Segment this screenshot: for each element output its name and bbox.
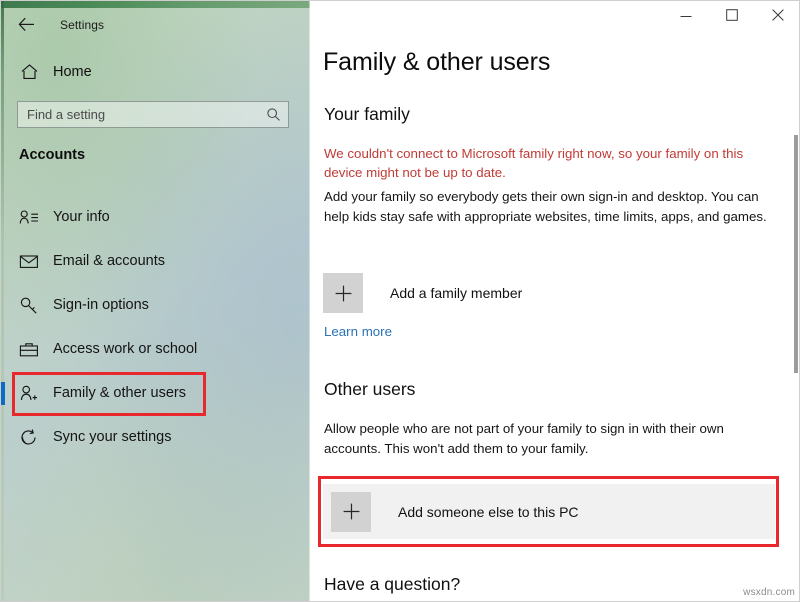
close-icon: [772, 8, 784, 26]
add-family-member-button[interactable]: Add a family member: [323, 272, 603, 314]
minimize-button[interactable]: [663, 2, 709, 32]
family-warning-text: We couldn't connect to Microsoft family …: [324, 146, 744, 180]
add-someone-else-button[interactable]: Add someone else to this PC: [323, 484, 775, 539]
have-a-question-heading: Have a question?: [324, 574, 461, 594]
key-icon: [18, 294, 40, 316]
settings-window: Settings Home Find a setting Accounts Yo…: [0, 0, 800, 602]
sidebar-item-email-accounts[interactable]: Email & accounts: [1, 239, 301, 283]
sync-icon: [18, 426, 40, 448]
sidebar-item-your-info[interactable]: Your info: [1, 195, 301, 239]
sidebar-item-email-accounts-label: Email & accounts: [53, 253, 166, 269]
maximize-button[interactable]: [709, 2, 755, 32]
sidebar-item-sign-in-options-label: Sign-in options: [53, 297, 149, 313]
sidebar-item-sync-your-settings[interactable]: Sync your settings: [1, 415, 301, 459]
person-info-icon: [18, 206, 40, 228]
other-users-heading: Other users: [324, 379, 416, 399]
search-input[interactable]: Find a setting: [17, 101, 289, 128]
selection-indicator: [1, 382, 5, 405]
sidebar-item-your-info-label: Your info: [53, 209, 110, 225]
learn-more-link[interactable]: Learn more: [324, 324, 392, 339]
add-family-member-label: Add a family member: [390, 285, 523, 301]
back-arrow-icon: [18, 17, 35, 32]
window-controls: [663, 2, 799, 32]
app-title: Settings: [60, 17, 105, 32]
sidebar-item-family-other-users[interactable]: Family & other users: [1, 371, 301, 415]
plus-icon: [323, 273, 363, 313]
watermark: wsxdn.com: [743, 587, 795, 598]
sidebar-item-access-work-school-label: Access work or school: [53, 341, 198, 357]
page-title: Family & other users: [323, 48, 551, 76]
sidebar-top-strip: [1, 1, 310, 8]
scrollbar-thumb[interactable]: [794, 135, 798, 373]
briefcase-icon: [18, 338, 40, 360]
envelope-icon: [18, 250, 40, 272]
other-users-description-text: Allow people who are not part of your fa…: [324, 421, 724, 456]
sidebar-item-home-label: Home: [53, 64, 92, 80]
family-description-text: Add your family so everybody gets their …: [324, 189, 767, 224]
maximize-icon: [726, 8, 738, 26]
sidebar-item-sign-in-options[interactable]: Sign-in options: [1, 283, 301, 327]
sidebar-item-access-work-school[interactable]: Access work or school: [1, 327, 301, 371]
home-icon: [18, 61, 40, 83]
sidebar-nav-list: Your info Email & accounts Sign-in optio…: [1, 195, 310, 459]
close-button[interactable]: [755, 2, 799, 32]
main-content: Family & other users Your family We coul…: [310, 1, 799, 601]
sidebar-item-home[interactable]: Home: [1, 57, 281, 87]
back-button[interactable]: [6, 10, 46, 40]
plus-icon: [331, 491, 371, 532]
your-family-heading: Your family: [324, 104, 410, 124]
sidebar-item-sync-your-settings-label: Sync your settings: [53, 429, 172, 445]
sidebar-section-title: Accounts: [19, 147, 86, 163]
minimize-icon: [680, 8, 692, 26]
person-add-icon: [18, 382, 40, 404]
add-someone-else-label: Add someone else to this PC: [398, 503, 579, 520]
sidebar: Settings Home Find a setting Accounts Yo…: [1, 1, 310, 601]
search-input-placeholder: Find a setting: [27, 107, 106, 122]
scrollbar[interactable]: [790, 35, 799, 601]
sidebar-item-family-other-users-label: Family & other users: [53, 385, 186, 401]
search-icon: [260, 102, 286, 127]
titlebar-left: Settings: [1, 8, 310, 41]
